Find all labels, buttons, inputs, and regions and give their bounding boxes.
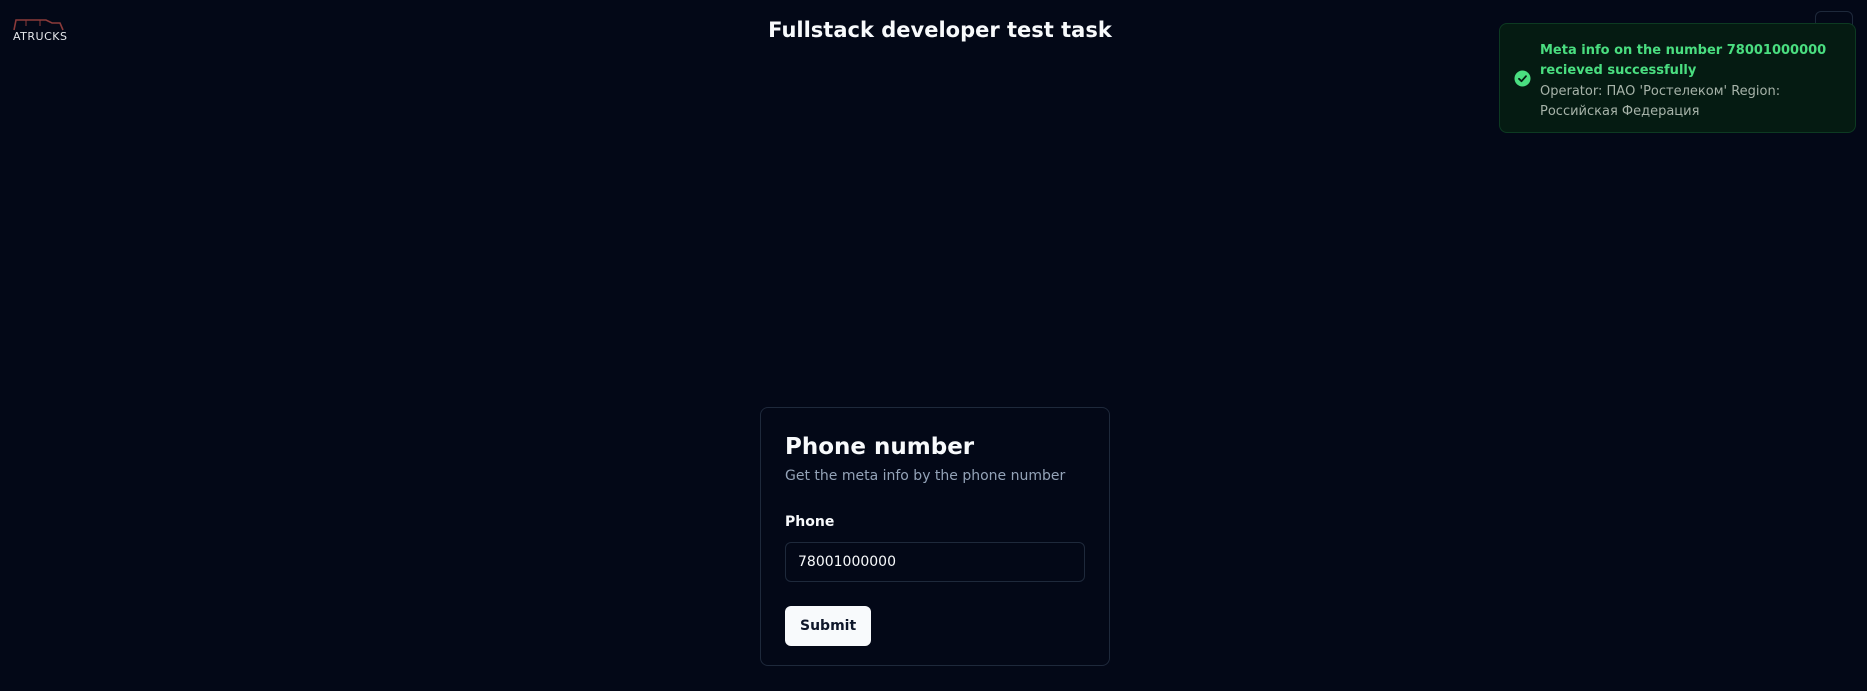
phone-label: Phone	[785, 514, 835, 530]
card-title: Phone number	[785, 434, 975, 460]
phone-input[interactable]	[785, 542, 1085, 582]
check-circle-icon	[1514, 70, 1531, 87]
submit-button[interactable]: Submit	[785, 606, 872, 646]
toast-title: Meta info on the number 78001000000 reci…	[1540, 43, 1827, 78]
success-toast: Meta info on the number 78001000000 reci…	[1499, 23, 1856, 133]
phone-card: Phone number Get the meta info by the ph…	[760, 407, 1110, 666]
page: ATRUCKS Fullstack developer test task Me…	[0, 0, 1867, 691]
card-description: Get the meta info by the phone number	[785, 468, 1066, 484]
toast-description: Operator: ПАО 'Ростелеком' Region: Росси…	[1540, 84, 1781, 119]
